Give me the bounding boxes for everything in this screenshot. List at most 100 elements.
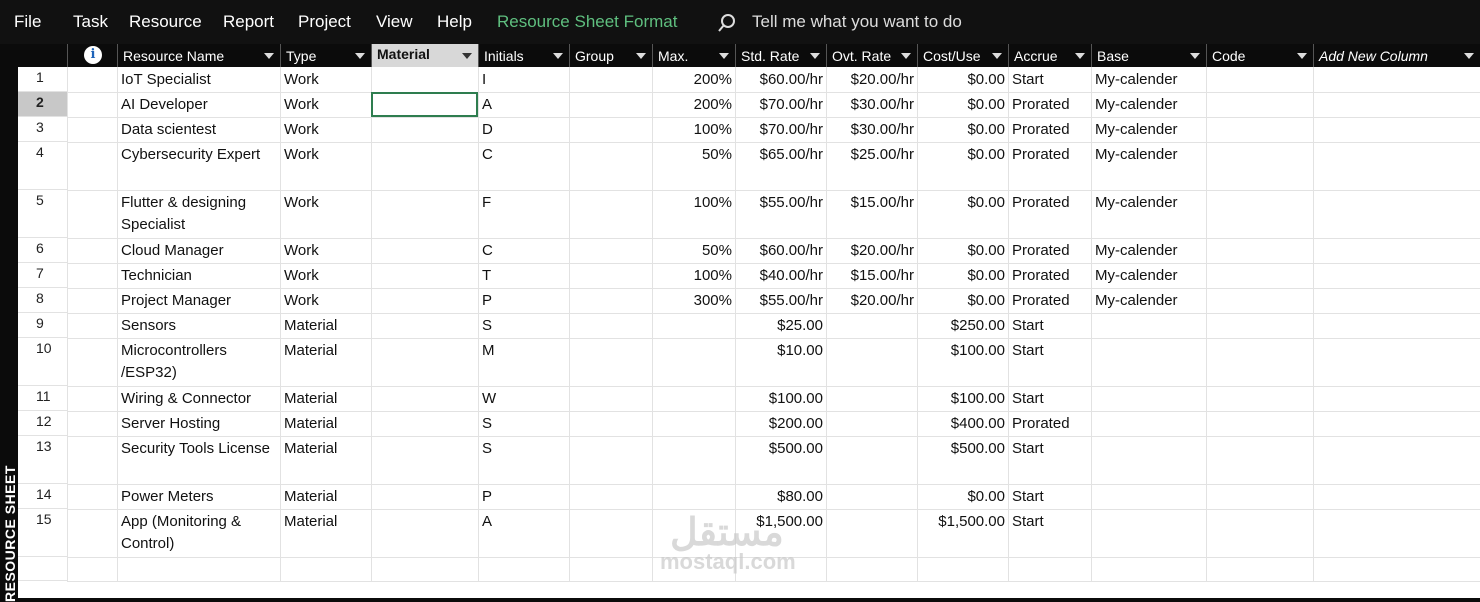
column-header-resource-name[interactable]: Resource Name [117, 44, 280, 67]
cell-code[interactable] [1206, 509, 1313, 557]
cell-indicators[interactable] [67, 509, 117, 557]
cell-max[interactable]: 300% [652, 288, 735, 313]
cell-max[interactable]: 200% [652, 92, 735, 117]
cell-ovt[interactable]: $20.00/hr [826, 67, 917, 92]
cell-initials[interactable]: D [478, 117, 569, 142]
cell-std[interactable]: $70.00/hr [735, 92, 826, 117]
cell-code[interactable] [1206, 117, 1313, 142]
cell-material[interactable] [371, 263, 478, 288]
cell-group[interactable] [569, 263, 652, 288]
cell-material[interactable] [371, 557, 478, 581]
cell-ovt[interactable]: $15.00/hr [826, 190, 917, 238]
cell-accrue[interactable]: Prorated [1008, 238, 1091, 263]
menu-task[interactable]: Task [73, 12, 108, 32]
cell-ovt[interactable]: $20.00/hr [826, 288, 917, 313]
cell-accrue[interactable]: Start [1008, 67, 1091, 92]
cell-accrue[interactable]: Start [1008, 313, 1091, 338]
cell-accrue[interactable]: Start [1008, 509, 1091, 557]
cell-base[interactable] [1091, 411, 1206, 436]
cell-code[interactable] [1206, 238, 1313, 263]
cell-std[interactable]: $70.00/hr [735, 117, 826, 142]
cell-base[interactable]: My-calender [1091, 142, 1206, 190]
cell-new-column[interactable] [1313, 92, 1480, 117]
row-number[interactable] [18, 557, 67, 581]
column-header-max[interactable]: Max. [652, 44, 735, 67]
cell-std[interactable]: $60.00/hr [735, 67, 826, 92]
chevron-down-icon[interactable] [1297, 53, 1307, 59]
chevron-down-icon[interactable] [992, 53, 1002, 59]
cell-indicators[interactable] [67, 190, 117, 238]
table-row[interactable]: AI Developer Work A 200% $70.00/hr $30.00/hr $… [67, 92, 1480, 118]
cell-code[interactable] [1206, 411, 1313, 436]
tell-me-search[interactable]: Tell me what you want to do [752, 12, 962, 32]
cell-max[interactable] [652, 386, 735, 411]
cell-code[interactable] [1206, 142, 1313, 190]
cell-initials[interactable]: A [478, 509, 569, 557]
cell-ovt[interactable]: $25.00/hr [826, 142, 917, 190]
row-number[interactable]: 11 [18, 386, 67, 411]
cell-base[interactable]: My-calender [1091, 190, 1206, 238]
cell-new-column[interactable] [1313, 436, 1480, 484]
cell-ovt[interactable]: $15.00/hr [826, 263, 917, 288]
menu-report[interactable]: Report [223, 12, 274, 32]
cell-indicators[interactable] [67, 313, 117, 338]
cell-code[interactable] [1206, 484, 1313, 509]
cell-group[interactable] [569, 386, 652, 411]
cell-type[interactable]: Work [280, 190, 371, 238]
cell-name[interactable]: Server Hosting [117, 411, 280, 436]
column-header-add-new-column[interactable]: Add New Column [1313, 44, 1480, 67]
cell-name[interactable]: Technician [117, 263, 280, 288]
cell-cost[interactable]: $0.00 [917, 117, 1008, 142]
cell-indicators[interactable] [67, 92, 117, 117]
cell-max[interactable] [652, 313, 735, 338]
cell-material[interactable] [371, 386, 478, 411]
cell-group[interactable] [569, 509, 652, 557]
row-number[interactable]: 1 [18, 67, 67, 92]
cell-indicators[interactable] [67, 288, 117, 313]
chevron-down-icon[interactable] [355, 53, 365, 59]
cell-new-column[interactable] [1313, 142, 1480, 190]
cell-new-column[interactable] [1313, 263, 1480, 288]
cell-group[interactable] [569, 92, 652, 117]
cell-base[interactable] [1091, 338, 1206, 386]
cell-accrue[interactable]: Start [1008, 436, 1091, 484]
cell-code[interactable] [1206, 263, 1313, 288]
cell-accrue[interactable]: Start [1008, 484, 1091, 509]
cell-name[interactable]: Wiring & Connector [117, 386, 280, 411]
cell-code[interactable] [1206, 338, 1313, 386]
cell-cost[interactable]: $0.00 [917, 142, 1008, 190]
column-header-base[interactable]: Base [1091, 44, 1206, 67]
row-number[interactable]: 9 [18, 313, 67, 338]
cell-ovt[interactable] [826, 484, 917, 509]
cell-new-column[interactable] [1313, 411, 1480, 436]
cell-max[interactable]: 100% [652, 263, 735, 288]
cell-new-column[interactable] [1313, 117, 1480, 142]
cell-initials[interactable] [478, 557, 569, 581]
cell-ovt[interactable] [826, 436, 917, 484]
cell-material[interactable] [371, 436, 478, 484]
row-number[interactable]: 3 [18, 117, 67, 142]
cell-ovt[interactable]: $30.00/hr [826, 92, 917, 117]
menu-resource[interactable]: Resource [129, 12, 202, 32]
cell-code[interactable] [1206, 557, 1313, 581]
cell-std[interactable]: $55.00/hr [735, 288, 826, 313]
cell-base[interactable]: My-calender [1091, 238, 1206, 263]
cell-type[interactable]: Work [280, 142, 371, 190]
cell-initials[interactable]: S [478, 436, 569, 484]
chevron-down-icon[interactable] [1464, 53, 1474, 59]
cell-code[interactable] [1206, 67, 1313, 92]
cell-type[interactable]: Material [280, 338, 371, 386]
row-number[interactable]: 13 [18, 436, 67, 484]
cell-std[interactable]: $100.00 [735, 386, 826, 411]
cell-name[interactable]: Security Tools License [117, 436, 280, 484]
cell-type[interactable]: Work [280, 238, 371, 263]
cell-initials[interactable]: P [478, 288, 569, 313]
cell-cost[interactable]: $250.00 [917, 313, 1008, 338]
cell-name[interactable]: Sensors [117, 313, 280, 338]
cell-type[interactable]: Work [280, 263, 371, 288]
cell-type[interactable] [280, 557, 371, 581]
table-row[interactable]: IoT Specialist Work I 200% $60.00/hr $20.00/h… [67, 67, 1480, 93]
cell-base[interactable] [1091, 386, 1206, 411]
cell-std[interactable]: $60.00/hr [735, 238, 826, 263]
cell-code[interactable] [1206, 313, 1313, 338]
